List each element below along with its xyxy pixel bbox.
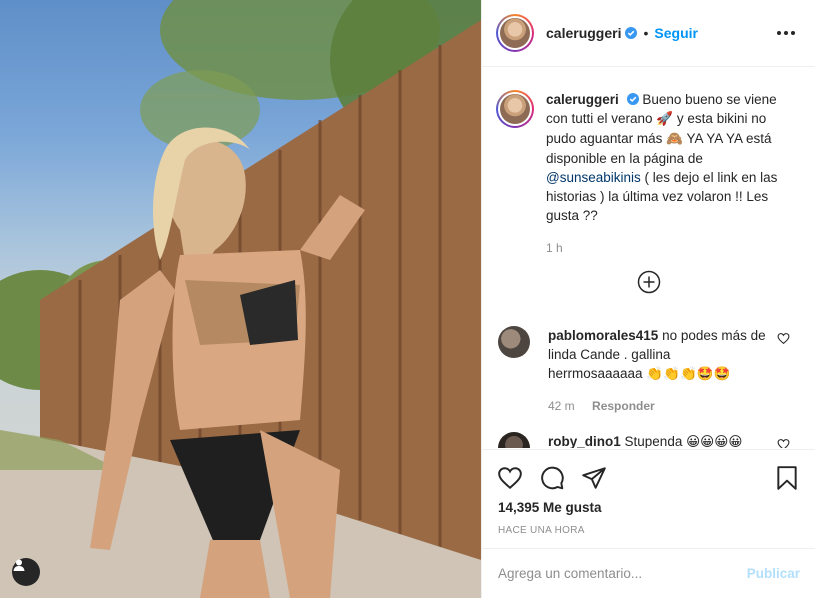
commenter-avatar[interactable] xyxy=(498,432,530,448)
comment-item: roby_dino1 Stupenda 😀😀😀😀 xyxy=(482,432,815,448)
add-comment-bar: Publicar xyxy=(482,548,815,598)
caption-body: caleruggeri Bueno bueno se viene con tut… xyxy=(546,90,786,258)
plus-circle-icon[interactable] xyxy=(637,270,661,294)
caption-avatar[interactable] xyxy=(496,90,534,128)
likes-count[interactable]: 14,395 Me gusta xyxy=(482,496,815,515)
caption-username[interactable]: caleruggeri xyxy=(546,92,619,107)
bookmark-icon[interactable] xyxy=(774,465,800,491)
comment-meta: 42 m Responder xyxy=(548,397,766,416)
posted-time[interactable]: HACE UNA HORA xyxy=(482,515,815,536)
comment-body: roby_dino1 Stupenda 😀😀😀😀 xyxy=(548,432,766,448)
author-avatar[interactable] xyxy=(496,14,534,52)
post-photo[interactable] xyxy=(0,0,481,598)
caption-time[interactable]: 1 h xyxy=(546,239,786,258)
author-username[interactable]: caleruggeri xyxy=(546,25,621,41)
header-separator: • xyxy=(643,25,649,41)
comment-emojis: 😀😀😀😀 xyxy=(686,434,743,448)
post-header: caleruggeri • Seguir xyxy=(482,0,815,67)
follow-button[interactable]: Seguir xyxy=(654,25,698,41)
more-options-icon[interactable] xyxy=(773,27,799,39)
comment-time[interactable]: 42 m xyxy=(548,399,575,413)
photo-illustration xyxy=(0,0,481,598)
verified-badge-icon xyxy=(626,93,639,105)
post-caption: caleruggeri Bueno bueno se viene con tut… xyxy=(482,68,815,258)
heart-icon[interactable] xyxy=(497,465,523,491)
comment-body: pablomorales415 no podes más de linda Ca… xyxy=(548,326,766,416)
like-comment-icon[interactable] xyxy=(777,438,790,448)
monkey-emoji: 🙈 xyxy=(666,131,683,147)
user-tag-icon[interactable] xyxy=(12,558,40,586)
mention-link[interactable]: @sunseabikinis xyxy=(546,170,641,185)
post-actions: 14,395 Me gusta HACE UNA HORA xyxy=(482,449,815,549)
comment-text: Stupenda xyxy=(624,434,683,448)
comment-emojis: 👏👏👏🤩🤩 xyxy=(646,366,731,382)
reply-button[interactable]: Responder xyxy=(592,399,655,413)
verified-badge-icon xyxy=(625,27,638,39)
rocket-emoji: 🚀 xyxy=(656,111,674,127)
comment-input[interactable] xyxy=(498,566,747,581)
action-bar xyxy=(482,450,815,496)
paper-plane-icon[interactable] xyxy=(581,465,607,491)
comment-item: pablomorales415 no podes más de linda Ca… xyxy=(482,326,815,416)
like-comment-icon[interactable] xyxy=(777,332,790,345)
comment-bubble-icon[interactable] xyxy=(539,465,565,491)
publish-button[interactable]: Publicar xyxy=(747,566,800,581)
commenter-avatar[interactable] xyxy=(498,326,530,358)
comment-username[interactable]: pablomorales415 xyxy=(548,328,658,343)
post-side-panel: caleruggeri • Seguir caleruggeri Bueno b… xyxy=(481,0,815,598)
comments-section[interactable]: caleruggeri Bueno bueno se viene con tut… xyxy=(482,68,815,448)
comment-username[interactable]: roby_dino1 xyxy=(548,434,621,448)
